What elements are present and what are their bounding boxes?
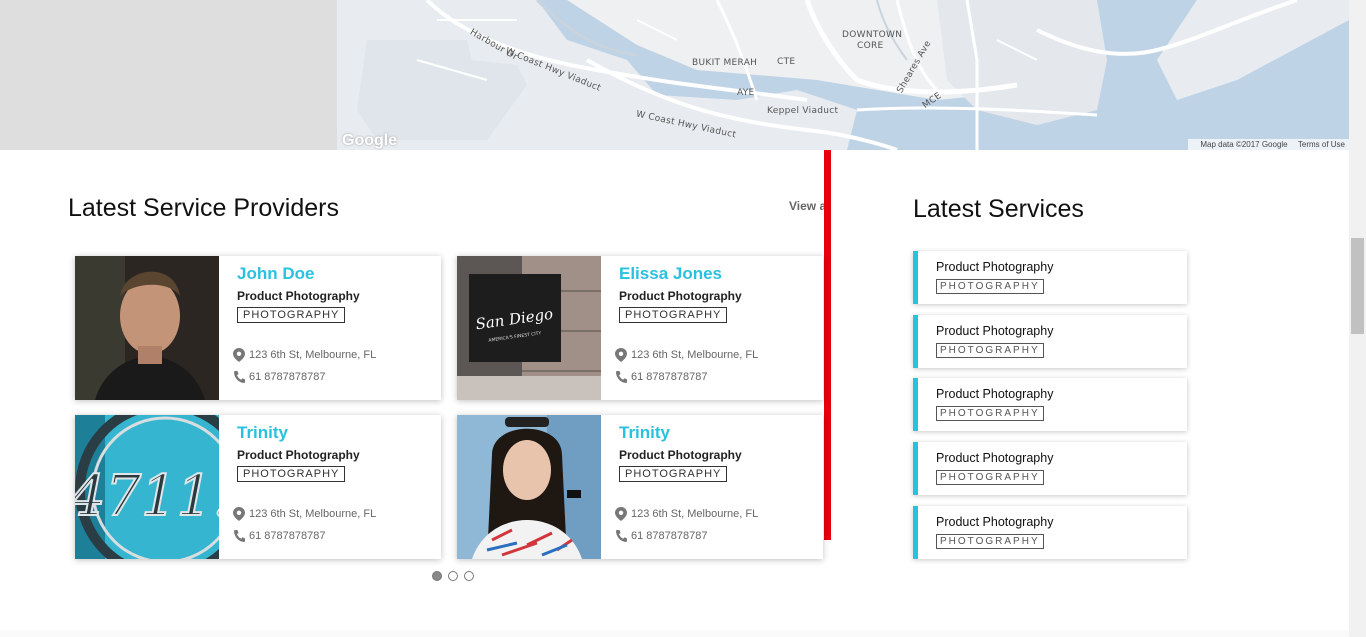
map-label: DOWNTOWN <box>842 30 903 40</box>
portrait-image <box>457 415 601 559</box>
phone-row: 61 8787878787 <box>615 370 707 384</box>
category-tag[interactable]: PHOTOGRAPHY <box>237 307 346 323</box>
page: DOWNTOWN CORE BUKIT MERAH Keppel Viaduct… <box>0 0 1366 637</box>
phone-row: 61 8787878787 <box>233 370 325 384</box>
carousel-dot-2[interactable] <box>448 571 458 581</box>
location-pin-icon <box>615 348 627 362</box>
category-tag[interactable]: PHOTOGRAPHY <box>619 466 728 482</box>
location-pin-icon <box>233 507 245 521</box>
map-label: AYE <box>737 88 755 98</box>
provider-service: Product Photography <box>237 448 360 462</box>
service-item[interactable]: Product Photography PHOTOGRAPHY <box>913 378 1187 431</box>
vertical-scrollbar[interactable] <box>1349 0 1366 637</box>
phone-icon <box>234 530 245 542</box>
map-label: BUKIT MERAH <box>692 58 758 68</box>
phone-text: 61 8787878787 <box>631 529 708 542</box>
terms-of-use-link[interactable]: Terms of Use <box>1298 140 1345 149</box>
location-pin-icon <box>615 507 627 521</box>
provider-card[interactable]: San Diego AMERICA'S FINEST CITY Elissa J… <box>457 256 823 400</box>
provider-card[interactable]: 4711. Trinity Product Photography PHOTOG… <box>75 415 441 559</box>
service-name[interactable]: Product Photography <box>936 387 1053 401</box>
phone-row: 61 8787878787 <box>615 529 707 543</box>
service-name[interactable]: Product Photography <box>936 260 1053 274</box>
service-item[interactable]: Product Photography PHOTOGRAPHY <box>913 315 1187 368</box>
red-divider <box>824 150 831 540</box>
footer-edge <box>0 630 1349 637</box>
category-tag[interactable]: PHOTOGRAPHY <box>237 466 346 482</box>
phone-text: 61 8787878787 <box>249 529 326 542</box>
service-tag[interactable]: PHOTOGRAPHY <box>936 279 1044 294</box>
provider-photo[interactable]: San Diego AMERICA'S FINEST CITY <box>457 256 601 400</box>
providers-title: Latest Service Providers <box>68 194 339 222</box>
provider-service: Product Photography <box>619 448 742 462</box>
address-row: 123 6th St, Melbourne, FL <box>615 348 758 362</box>
map-label: CTE <box>777 57 796 67</box>
service-tag[interactable]: PHOTOGRAPHY <box>936 470 1044 485</box>
provider-name[interactable]: Trinity <box>619 423 670 443</box>
map-container[interactable]: DOWNTOWN CORE BUKIT MERAH Keppel Viaduct… <box>0 0 1349 150</box>
service-item[interactable]: Product Photography PHOTOGRAPHY <box>913 442 1187 495</box>
provider-name[interactable]: Trinity <box>237 423 288 443</box>
service-name[interactable]: Product Photography <box>936 324 1053 338</box>
service-item[interactable]: Product Photography PHOTOGRAPHY <box>913 251 1187 304</box>
address-row: 123 6th St, Melbourne, FL <box>615 507 758 521</box>
category-tag[interactable]: PHOTOGRAPHY <box>619 307 728 323</box>
sign-4711-image: 4711. <box>75 415 219 559</box>
phone-row: 61 8787878787 <box>233 529 325 543</box>
portrait-image <box>75 256 219 400</box>
google-logo[interactable]: Google <box>342 132 397 150</box>
sign-text: 4711. <box>75 464 219 529</box>
provider-photo[interactable] <box>457 415 601 559</box>
map-label: Keppel Viaduct <box>767 106 839 116</box>
sign-image: San Diego AMERICA'S FINEST CITY <box>457 256 601 400</box>
provider-photo[interactable] <box>75 256 219 400</box>
provider-service: Product Photography <box>619 289 742 303</box>
phone-icon <box>616 371 627 383</box>
address-text: 123 6th St, Melbourne, FL <box>249 348 377 361</box>
address-text: 123 6th St, Melbourne, FL <box>249 507 377 520</box>
location-pin-icon <box>233 348 245 362</box>
address-row: 123 6th St, Melbourne, FL <box>233 348 376 362</box>
services-title: Latest Services <box>913 195 1084 223</box>
provider-service: Product Photography <box>237 289 360 303</box>
view-all-link[interactable]: View all <box>789 199 827 213</box>
phone-text: 61 8787878787 <box>631 370 708 383</box>
address-text: 123 6th St, Melbourne, FL <box>631 507 759 520</box>
map-data-text: Map data ©2017 Google <box>1200 140 1288 149</box>
phone-icon <box>616 530 627 542</box>
map-label: CORE <box>857 41 884 51</box>
provider-name[interactable]: John Doe <box>237 264 314 284</box>
service-tag[interactable]: PHOTOGRAPHY <box>936 343 1044 358</box>
provider-card[interactable]: John Doe Product Photography PHOTOGRAPHY… <box>75 256 441 400</box>
provider-card[interactable]: Trinity Product Photography PHOTOGRAPHY … <box>457 415 823 559</box>
service-tag[interactable]: PHOTOGRAPHY <box>936 406 1044 421</box>
address-row: 123 6th St, Melbourne, FL <box>233 507 376 521</box>
provider-photo[interactable]: 4711. <box>75 415 219 559</box>
service-name[interactable]: Product Photography <box>936 451 1053 465</box>
map-graphic <box>337 0 1349 150</box>
carousel-dot-1[interactable] <box>432 571 442 581</box>
address-text: 123 6th St, Melbourne, FL <box>631 348 759 361</box>
service-tag[interactable]: PHOTOGRAPHY <box>936 534 1044 549</box>
provider-name[interactable]: Elissa Jones <box>619 264 722 284</box>
service-name[interactable]: Product Photography <box>936 515 1053 529</box>
map-view[interactable]: DOWNTOWN CORE BUKIT MERAH Keppel Viaduct… <box>337 0 1349 150</box>
service-item[interactable]: Product Photography PHOTOGRAPHY <box>913 506 1187 559</box>
carousel-dot-3[interactable] <box>464 571 474 581</box>
phone-text: 61 8787878787 <box>249 370 326 383</box>
scrollbar-thumb[interactable] <box>1351 238 1364 334</box>
map-attribution: Map data ©2017 Google Terms of Use <box>1188 139 1349 150</box>
phone-icon <box>234 371 245 383</box>
